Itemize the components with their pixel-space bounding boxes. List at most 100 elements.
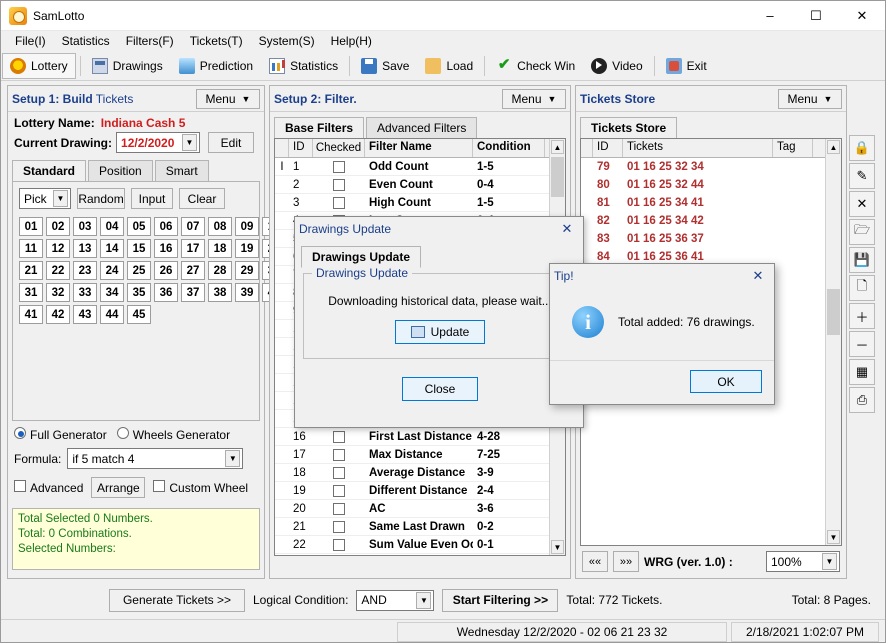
number-cell[interactable]: 01 bbox=[19, 217, 43, 236]
number-cell[interactable]: 29 bbox=[235, 261, 259, 280]
table-row[interactable]: 82 01 16 25 34 42 bbox=[581, 212, 841, 230]
scroll-down-icon[interactable]: ▼ bbox=[551, 540, 564, 554]
row-checkbox[interactable] bbox=[313, 484, 365, 497]
number-cell[interactable]: 04 bbox=[100, 217, 124, 236]
table-row[interactable]: 83 01 16 25 36 37 bbox=[581, 230, 841, 248]
number-cell[interactable]: 26 bbox=[154, 261, 178, 280]
setup2-menu-button[interactable]: Menu ▼ bbox=[502, 88, 566, 109]
tip-ok-button[interactable]: OK bbox=[690, 370, 762, 393]
number-cell[interactable]: 31 bbox=[19, 283, 43, 302]
tab-standard[interactable]: Standard bbox=[12, 160, 87, 182]
number-cell[interactable]: 02 bbox=[46, 217, 70, 236]
generate-tickets-button[interactable]: Generate Tickets >> bbox=[109, 588, 245, 612]
zoom-combo[interactable]: 100% ▼ bbox=[766, 551, 840, 572]
full-generator-radio[interactable]: Full Generator bbox=[14, 427, 107, 442]
number-cell[interactable]: 33 bbox=[73, 283, 97, 302]
table-row[interactable]: 81 01 16 25 34 41 bbox=[581, 194, 841, 212]
scroll-up-icon[interactable]: ▲ bbox=[551, 140, 564, 154]
tab-drawings-update[interactable]: Drawings Update bbox=[301, 246, 422, 268]
row-checkbox[interactable] bbox=[313, 448, 365, 461]
number-cell[interactable]: 41 bbox=[19, 305, 43, 324]
drawings-update-close-button[interactable]: Close bbox=[402, 377, 478, 401]
scrollbar-thumb[interactable] bbox=[551, 157, 564, 197]
menu-filters[interactable]: Filters(F) bbox=[118, 32, 182, 50]
number-cell[interactable]: 17 bbox=[181, 239, 205, 258]
number-cell[interactable]: 38 bbox=[208, 283, 232, 302]
number-cell[interactable]: 22 bbox=[46, 261, 70, 280]
toolbar-statistics-button[interactable]: Statistics bbox=[262, 53, 345, 79]
pick-combo[interactable]: Pick ▼ bbox=[19, 188, 71, 209]
update-button[interactable]: Update bbox=[395, 320, 485, 344]
chevron-down-icon[interactable]: ▼ bbox=[416, 591, 432, 609]
logical-condition-combo[interactable]: AND ▼ bbox=[356, 589, 435, 611]
formula-combo[interactable]: if 5 match 4 ▼ bbox=[67, 448, 244, 469]
number-cell[interactable]: 45 bbox=[127, 305, 151, 324]
row-checkbox[interactable] bbox=[313, 178, 365, 191]
number-cell[interactable]: 42 bbox=[46, 305, 70, 324]
number-cell[interactable]: 14 bbox=[100, 239, 124, 258]
table-row[interactable]: 23Unit Number Group2-4 bbox=[275, 554, 565, 555]
number-cell[interactable]: 11 bbox=[19, 239, 43, 258]
table-row[interactable]: 16 First Last Distance 4-28 bbox=[275, 428, 565, 446]
tab-tickets-store[interactable]: Tickets Store bbox=[580, 117, 678, 139]
close-icon[interactable]: ✕ bbox=[746, 266, 770, 286]
tab-smart[interactable]: Smart bbox=[154, 160, 209, 181]
scroll-up-icon[interactable]: ▲ bbox=[827, 140, 840, 154]
arrange-button[interactable]: Arrange bbox=[91, 477, 146, 498]
close-icon[interactable]: ✕ bbox=[555, 219, 579, 239]
table-row[interactable]: 3 High Count 1-5 bbox=[275, 194, 565, 212]
row-checkbox[interactable] bbox=[313, 160, 365, 173]
delete-x-icon[interactable]: ✕ bbox=[849, 191, 875, 217]
advanced-checkbox[interactable]: Advanced bbox=[14, 480, 83, 495]
chevron-down-icon[interactable]: ▼ bbox=[53, 190, 68, 207]
number-cell[interactable]: 12 bbox=[46, 239, 70, 258]
number-cell[interactable]: 39 bbox=[235, 283, 259, 302]
new-page-icon[interactable]: 🗋 bbox=[849, 275, 875, 301]
number-cell[interactable]: 05 bbox=[127, 217, 151, 236]
row-checkbox[interactable] bbox=[313, 538, 365, 551]
row-checkbox[interactable] bbox=[313, 430, 365, 443]
menu-help[interactable]: Help(H) bbox=[323, 32, 380, 50]
minus-icon[interactable]: － bbox=[849, 331, 875, 357]
menu-statistics[interactable]: Statistics bbox=[54, 32, 118, 50]
table-row[interactable]: 19 Different Distance 2-4 bbox=[275, 482, 565, 500]
input-button[interactable]: Input bbox=[131, 188, 173, 209]
menu-tickets[interactable]: Tickets(T) bbox=[182, 32, 251, 50]
number-cell[interactable]: 08 bbox=[208, 217, 232, 236]
number-cell[interactable]: 32 bbox=[46, 283, 70, 302]
custom-wheel-checkbox[interactable]: Custom Wheel bbox=[153, 480, 248, 495]
random-button[interactable]: Random bbox=[77, 188, 125, 209]
row-checkbox[interactable] bbox=[313, 520, 365, 533]
number-cell[interactable]: 25 bbox=[127, 261, 151, 280]
table-row[interactable]: 18 Average Distance 3-9 bbox=[275, 464, 565, 482]
number-cell[interactable]: 24 bbox=[100, 261, 124, 280]
toolbar-prediction-button[interactable]: Prediction bbox=[172, 53, 260, 79]
tab-base-filters[interactable]: Base Filters bbox=[274, 117, 365, 139]
table-row[interactable]: 2 Even Count 0-4 bbox=[275, 176, 565, 194]
toolbar-save-button[interactable]: Save bbox=[354, 53, 416, 79]
toolbar-video-button[interactable]: Video bbox=[584, 53, 649, 79]
number-cell[interactable]: 27 bbox=[181, 261, 205, 280]
number-cell[interactable]: 35 bbox=[127, 283, 151, 302]
excel-export-icon[interactable]: ▦ bbox=[849, 359, 875, 385]
toolbar-exit-button[interactable]: Exit bbox=[659, 53, 714, 79]
number-cell[interactable]: 18 bbox=[208, 239, 232, 258]
number-cell[interactable]: 21 bbox=[19, 261, 43, 280]
number-cell[interactable]: 36 bbox=[154, 283, 178, 302]
folder-open-icon[interactable]: 🗁 bbox=[849, 219, 875, 245]
number-cell[interactable]: 09 bbox=[235, 217, 259, 236]
number-cell[interactable]: 44 bbox=[100, 305, 124, 324]
table-row[interactable]: 17 Max Distance 7-25 bbox=[275, 446, 565, 464]
menu-file[interactable]: File(I) bbox=[7, 32, 54, 50]
number-cell[interactable]: 28 bbox=[208, 261, 232, 280]
tab-position[interactable]: Position bbox=[88, 160, 153, 181]
number-cell[interactable]: 15 bbox=[127, 239, 151, 258]
print-icon[interactable]: ⎙ bbox=[849, 387, 875, 413]
number-cell[interactable]: 34 bbox=[100, 283, 124, 302]
table-row[interactable]: I 1 Odd Count 1-5 bbox=[275, 158, 565, 176]
floppy-save-icon[interactable]: 💾 bbox=[849, 247, 875, 273]
scrollbar-thumb[interactable] bbox=[827, 289, 840, 335]
row-checkbox[interactable] bbox=[313, 196, 365, 209]
store-menu-button[interactable]: Menu ▼ bbox=[778, 88, 842, 109]
row-checkbox[interactable] bbox=[313, 466, 365, 479]
